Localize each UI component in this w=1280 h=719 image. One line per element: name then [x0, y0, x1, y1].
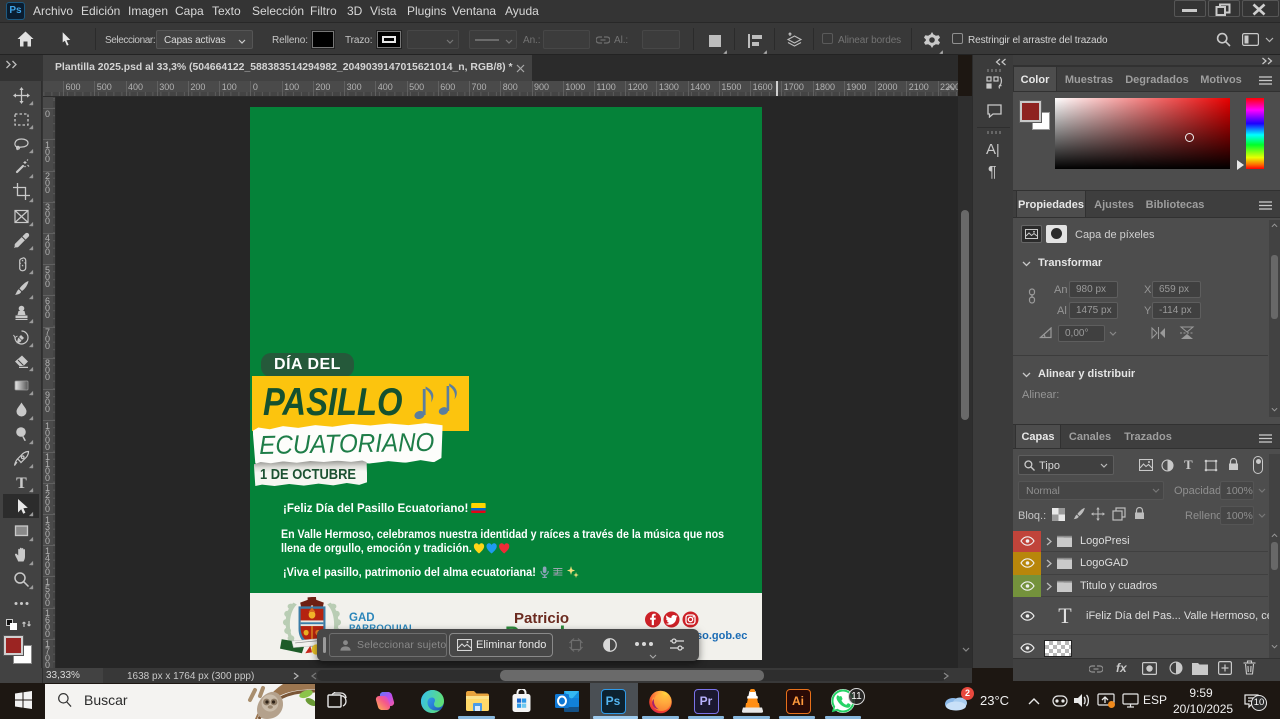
- svg-text:T: T: [16, 475, 27, 491]
